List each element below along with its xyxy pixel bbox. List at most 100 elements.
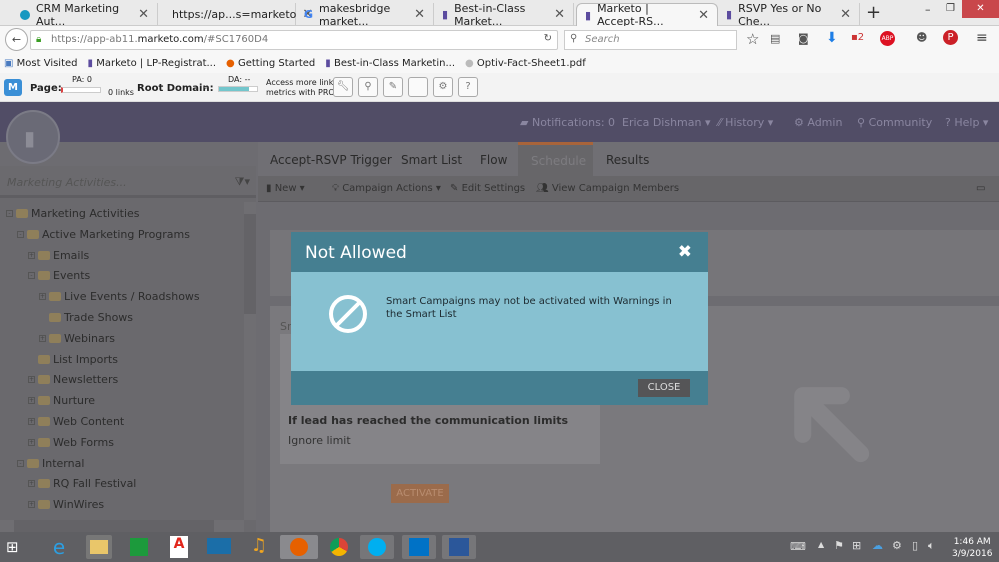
browser-tab[interactable]: Gmakesbridge market... ✕ — [296, 2, 434, 28]
headphones-icon[interactable]: ♫ — [246, 535, 272, 559]
volume-icon[interactable]: 🔈︎ — [928, 539, 935, 553]
maximize-icon[interactable]: ▭ — [976, 183, 985, 194]
close-tab-icon[interactable]: ✕ — [138, 7, 149, 22]
expand-icon[interactable]: + — [28, 376, 35, 384]
action-center-icon[interactable]: ⚑ — [834, 539, 844, 552]
expand-icon[interactable]: + — [39, 293, 46, 301]
window-close-button[interactable]: ✕ — [962, 0, 999, 18]
expand-icon[interactable]: + — [28, 397, 35, 405]
blank-button[interactable] — [408, 77, 428, 97]
tree-vertical-scrollbar[interactable] — [244, 202, 256, 520]
search-icon[interactable]: ⚲ — [358, 77, 378, 97]
emoji-icon[interactable]: ☻ — [916, 31, 927, 44]
close-tab-icon[interactable]: ✕ — [414, 7, 425, 22]
tree-item[interactable]: + Newsletters — [28, 373, 118, 386]
collapse-icon[interactable]: - — [28, 272, 35, 280]
tree-search-input[interactable]: Marketing Activities... ⧩▾ — [0, 166, 256, 198]
file-explorer-icon[interactable] — [86, 535, 112, 559]
windows-start-icon[interactable]: ⊞ — [6, 538, 19, 556]
close-button[interactable]: CLOSE — [638, 379, 690, 397]
bookmark-most-visited[interactable]: ▣ Most Visited — [4, 58, 78, 69]
collapse-icon[interactable]: - — [17, 230, 24, 238]
close-icon[interactable]: ✖ — [678, 242, 692, 262]
scrollbar-thumb[interactable] — [14, 520, 214, 532]
clock[interactable]: 1:46 AM 3/9/2016 — [952, 536, 992, 560]
bookmark-star-icon[interactable]: ☆ — [746, 30, 759, 48]
help-menu[interactable]: ? Help ▾ — [945, 116, 988, 129]
edit-settings-button[interactable]: ✎ Edit Settings — [450, 183, 525, 194]
reading-list-icon[interactable]: ▤ — [770, 32, 780, 45]
help-icon[interactable]: ? — [458, 77, 478, 97]
bookmark-getting-started[interactable]: ● Getting Started — [226, 58, 315, 69]
tree-item[interactable]: + RQ Fall Festival — [28, 477, 136, 490]
network-icon[interactable]: ⚙ — [892, 539, 902, 552]
minimize-button[interactable]: – — [925, 3, 931, 16]
scrollbar-thumb[interactable] — [244, 214, 256, 314]
restore-button[interactable]: ❐ — [946, 3, 955, 14]
expand-icon[interactable]: + — [28, 418, 35, 425]
skype-icon[interactable] — [360, 535, 394, 559]
internet-explorer-icon[interactable]: e — [46, 535, 72, 559]
tab-results[interactable]: Results — [606, 153, 649, 167]
pocket-icon[interactable]: ◙ — [798, 32, 809, 45]
new-tab-button[interactable]: + — [866, 2, 881, 23]
tree-item[interactable]: + Live Events / Roadshows — [39, 290, 200, 303]
notifications-link[interactable]: ▰ Notifications: 0 — [520, 116, 615, 129]
filter-icon[interactable]: ⧩▾ — [235, 175, 250, 189]
browser-tab[interactable]: CRM Marketing Aut... ✕ — [12, 2, 158, 28]
tab-smart-list[interactable]: Smart List — [401, 153, 462, 167]
browser-tab[interactable]: ▮ RSVP Yes or No Che... ✕ — [718, 2, 860, 28]
onedrive-icon[interactable]: ☁ — [872, 539, 883, 552]
pinterest-icon[interactable]: P — [943, 30, 958, 45]
campaign-actions-menu[interactable]: 💡︎ Campaign Actions ▾ — [332, 183, 441, 194]
pencil-icon[interactable]: ✎ — [383, 77, 403, 97]
pro-upsell[interactable]: Access more link metrics with PRO — [266, 78, 335, 98]
expand-icon[interactable]: + — [28, 501, 35, 509]
lenovo-icon[interactable] — [206, 535, 232, 559]
bookmark-marketo-lp[interactable]: ▮ Marketo | LP-Registrat... — [88, 58, 217, 69]
close-tab-icon[interactable]: ✕ — [840, 7, 851, 22]
admin-link[interactable]: ⚙ Admin — [794, 116, 842, 129]
gear-icon[interactable]: ⚙ — [433, 77, 453, 97]
search-input[interactable]: ⚲ Search — [564, 30, 737, 50]
moz-logo-icon[interactable]: M — [4, 79, 22, 96]
user-menu[interactable]: Erica Dishman ▾ — [622, 116, 711, 129]
tree-item[interactable]: + Web Forms — [28, 436, 114, 449]
url-bar[interactable]: 🔒︎ https://app-ab11.marketo.com/#SC1760D… — [30, 30, 558, 50]
firefox-taskbar-icon[interactable] — [280, 535, 318, 559]
tree-item[interactable]: - Marketing Activities — [6, 207, 140, 220]
tree-item[interactable]: + Web Content — [28, 415, 124, 428]
chevron-down-icon[interactable]: ⌄ — [202, 82, 210, 92]
tree-item[interactable]: List Imports — [28, 353, 118, 366]
menu-icon[interactable]: ≡ — [976, 30, 988, 46]
collapse-icon[interactable]: - — [17, 459, 24, 467]
bookmark-best-in-class[interactable]: ▮ Best-in-Class Marketin... — [325, 58, 455, 69]
tree-item[interactable]: - Internal — [17, 457, 84, 470]
expand-icon[interactable]: + — [39, 334, 46, 342]
outlook-icon[interactable] — [402, 535, 436, 559]
browser-tab-active[interactable]: ▮ Marketo | Accept-RS... ✕ — [576, 2, 718, 28]
tab-flow[interactable]: Flow — [480, 153, 507, 167]
show-hidden-icons[interactable]: ▲ — [818, 540, 824, 549]
notification-extension-icon[interactable]: ▪2 — [851, 32, 864, 43]
expand-icon[interactable]: + — [28, 480, 35, 488]
tab-schedule[interactable]: Schedule — [518, 142, 593, 176]
browser-tab[interactable]: ▮ Best-in-Class Market... ✕ — [434, 2, 574, 28]
word-icon[interactable] — [442, 535, 476, 559]
bookmark-optiv[interactable]: ● Optiv-Fact-Sheet1.pdf — [465, 58, 586, 69]
windows-icon[interactable]: ⊞ — [852, 539, 861, 552]
expand-icon[interactable]: + — [28, 251, 35, 259]
close-tab-icon[interactable]: ✕ — [554, 7, 565, 22]
battery-icon[interactable]: ▯ — [912, 539, 918, 552]
chrome-icon[interactable] — [326, 535, 352, 559]
adobe-icon[interactable]: A — [166, 535, 192, 559]
collapse-icon[interactable]: - — [6, 210, 13, 217]
tab-accept-rsvp-trigger[interactable]: Accept-RSVP Trigger — [270, 153, 392, 167]
tree-horizontal-scrollbar[interactable] — [0, 520, 244, 532]
history-menu[interactable]: ⁄⁄ History ▾ — [718, 116, 773, 129]
store-icon[interactable] — [126, 535, 152, 559]
tree-item[interactable]: + WinWires — [28, 498, 104, 511]
keyboard-icon[interactable]: ⌨ — [790, 540, 806, 553]
new-menu[interactable]: ▮ New ▾ — [266, 183, 305, 194]
community-link[interactable]: ⚲ Community — [857, 116, 932, 129]
